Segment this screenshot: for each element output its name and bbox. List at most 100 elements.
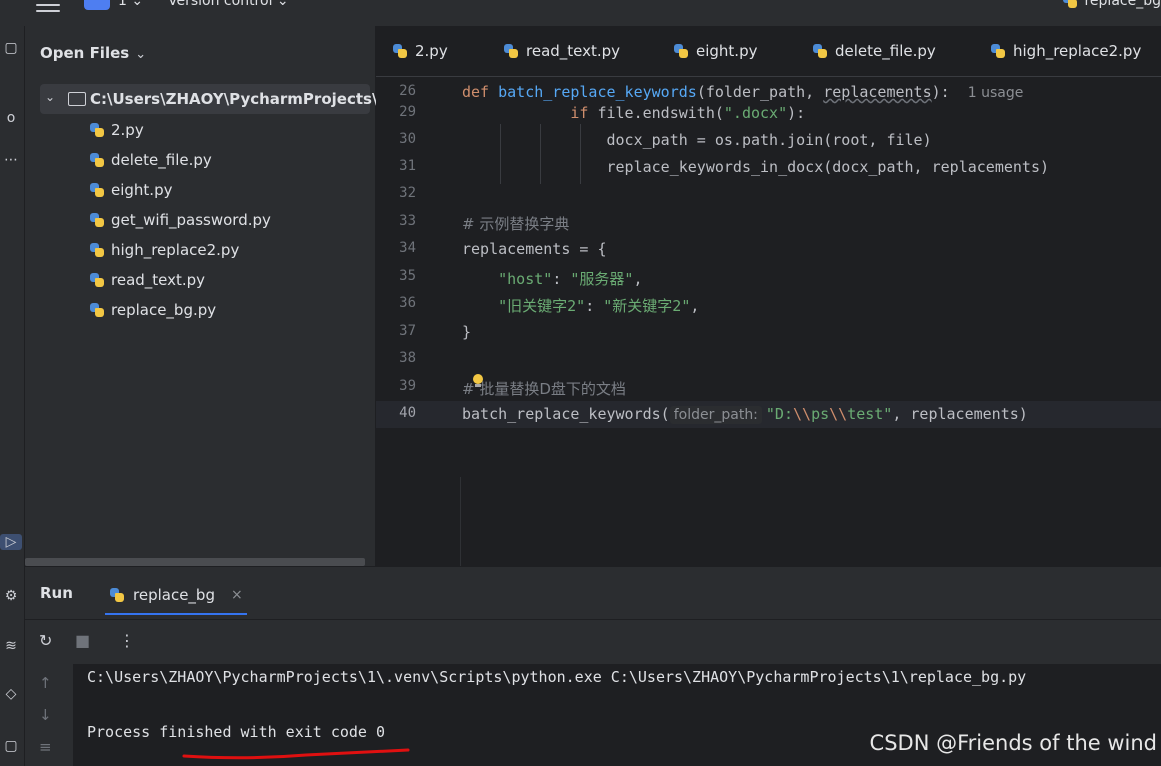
- project-name[interactable]: 1 ⌄: [118, 0, 143, 9]
- python-file-icon: [89, 242, 105, 258]
- file-item[interactable]: eight.py: [89, 176, 172, 204]
- editor-guide: [460, 477, 461, 566]
- code-line[interactable]: 34 replacements = {: [376, 236, 1161, 263]
- close-icon[interactable]: ×: [231, 587, 243, 603]
- file-item[interactable]: get_wifi_password.py: [89, 206, 271, 234]
- tab-label: high_replace2.py: [1013, 42, 1142, 60]
- code-text: "旧关键字2": "新关键字2",: [498, 297, 700, 315]
- file-item[interactable]: read_text.py: [89, 266, 205, 294]
- python-file-icon: [89, 182, 105, 198]
- tab-label: read_text.py: [526, 42, 621, 60]
- code-line-current[interactable]: 40 batch_replace_keywords(folder_path: "D…: [376, 401, 1161, 428]
- code-text: if file.endswith(".docx"):: [570, 104, 806, 122]
- line-number: 34: [399, 240, 416, 256]
- run-toolbar: ↻ ■ ⋮: [25, 619, 1161, 663]
- code-comment: # 示例替换字典: [462, 215, 570, 233]
- layers-icon[interactable]: ≋: [0, 638, 22, 654]
- code-line[interactable]: 38: [376, 346, 1161, 373]
- chevron-down-icon: ⌄: [135, 47, 147, 62]
- code-line[interactable]: 33 # 示例替换字典: [376, 209, 1161, 236]
- file-label: eight.py: [111, 181, 173, 199]
- line-number: 32: [399, 185, 416, 201]
- console-gutter: ↑ ↓ ≡: [25, 664, 72, 766]
- code-text: docx_path = os.path.join(root, file): [606, 131, 932, 149]
- file-label: read_text.py: [111, 271, 206, 289]
- python-file-icon: [990, 43, 1006, 59]
- file-item[interactable]: delete_file.py: [89, 146, 212, 174]
- code-line[interactable]: 35 "host": "服务器",: [376, 264, 1161, 291]
- code-line[interactable]: 30 docx_path = os.path.join(root, file): [376, 127, 1161, 154]
- expand-arrow-icon[interactable]: ⌄: [45, 90, 55, 104]
- open-files-header[interactable]: Open Files ⌄: [40, 44, 146, 62]
- usage-hint[interactable]: 1 usage: [968, 85, 1024, 101]
- lightbulb-icon[interactable]: [472, 374, 484, 388]
- tab-high-replace2[interactable]: high_replace2.py: [990, 26, 1141, 76]
- title-bar: 1 ⌄ Version control ⌄ replace_bg: [0, 0, 1161, 26]
- file-label: replace_bg.py: [111, 301, 217, 319]
- project-sidebar: Open Files ⌄ ⌄ C:\Users\ZHAOY\PycharmProj…: [25, 26, 388, 566]
- line-number: 30: [399, 131, 416, 147]
- python-file-icon: [89, 272, 105, 288]
- code-text: replace_keywords_in_docx(docx_path, repl…: [606, 158, 1050, 176]
- tab-delete-file[interactable]: delete_file.py: [812, 26, 936, 76]
- main-menu-icon[interactable]: [36, 0, 60, 12]
- file-item[interactable]: high_replace2.py: [89, 236, 239, 264]
- rerun-icon[interactable]: ↻: [39, 631, 52, 650]
- project-badge[interactable]: [84, 0, 110, 10]
- code-line[interactable]: 36 "旧关键字2": "新关键字2",: [376, 291, 1161, 318]
- file-label: high_replace2.py: [111, 241, 240, 259]
- watermark: CSDN @Friends of the wind: [869, 731, 1157, 755]
- line-number: 40: [399, 405, 416, 421]
- more-tools-icon[interactable]: ⋯: [0, 152, 22, 168]
- services-icon[interactable]: ◇: [0, 686, 22, 702]
- run-configuration-selector[interactable]: replace_bg: [1062, 0, 1161, 9]
- editor-tabs: 2.py read_text.py eight.py delete_file.p…: [376, 26, 1161, 77]
- run-tool-icon[interactable]: ▷: [0, 534, 22, 550]
- file-label: delete_file.py: [111, 151, 212, 169]
- line-number: 33: [399, 213, 416, 229]
- terminal-icon[interactable]: ▢: [0, 738, 22, 754]
- soft-wrap-icon[interactable]: ≡: [39, 738, 52, 756]
- line-number: 26: [399, 83, 416, 99]
- run-header: Run replace_bg ×: [25, 567, 1161, 620]
- code-editor[interactable]: 26 def batch_replace_keywords(folder_pat…: [376, 77, 1161, 566]
- version-control-menu[interactable]: Version control ⌄: [168, 0, 289, 9]
- python-file-icon: [89, 212, 105, 228]
- line-number: 36: [399, 295, 416, 311]
- run-tab-replace-bg[interactable]: replace_bg ×: [105, 577, 247, 615]
- line-number: 39: [399, 378, 416, 394]
- project-view-icon[interactable]: ▢: [0, 40, 22, 56]
- python-icon: [1062, 0, 1078, 9]
- commit-icon[interactable]: o: [0, 110, 22, 126]
- tool-window-strip: ▢ o ⋯ ▷ ⚙ ≋ ◇ ▢: [0, 26, 25, 766]
- line-number: 38: [399, 350, 416, 366]
- line-number: 29: [399, 104, 416, 120]
- tree-root-folder[interactable]: ⌄ C:\Users\ZHAOY\PycharmProjects\1: [40, 84, 388, 114]
- tab-2-py[interactable]: 2.py: [392, 26, 448, 76]
- parameter-inlay-hint: folder_path:: [669, 406, 762, 424]
- arrow-up-icon[interactable]: ↑: [39, 674, 52, 692]
- arrow-down-icon[interactable]: ↓: [39, 706, 52, 724]
- more-options-icon[interactable]: ⋮: [119, 631, 135, 650]
- file-label: 2.py: [111, 121, 144, 139]
- code-line[interactable]: 31 replace_keywords_in_docx(docx_path, r…: [376, 154, 1161, 181]
- file-item[interactable]: 2.py: [89, 116, 144, 144]
- run-title: Run: [40, 584, 73, 602]
- code-text: }: [462, 323, 472, 341]
- line-number: 37: [399, 323, 416, 339]
- code-line[interactable]: 39 # 批量替换D盘下的文档: [376, 374, 1161, 401]
- code-line[interactable]: 32: [376, 181, 1161, 208]
- tab-eight[interactable]: eight.py: [673, 26, 757, 76]
- file-item[interactable]: replace_bg.py: [89, 296, 216, 324]
- python-packages-icon[interactable]: ⚙: [0, 588, 22, 604]
- python-icon: [109, 587, 125, 603]
- code-text: replacements = {: [462, 240, 607, 258]
- code-line[interactable]: 29 if file.endswith(".docx"):: [376, 100, 1161, 127]
- stop-icon[interactable]: ■: [75, 631, 90, 650]
- tab-read-text[interactable]: read_text.py: [503, 26, 620, 76]
- python-file-icon: [503, 43, 519, 59]
- horizontal-scrollbar[interactable]: [25, 558, 365, 566]
- run-tab-label: replace_bg: [133, 586, 215, 604]
- code-line[interactable]: 37 }: [376, 319, 1161, 346]
- tab-label: eight.py: [696, 42, 758, 60]
